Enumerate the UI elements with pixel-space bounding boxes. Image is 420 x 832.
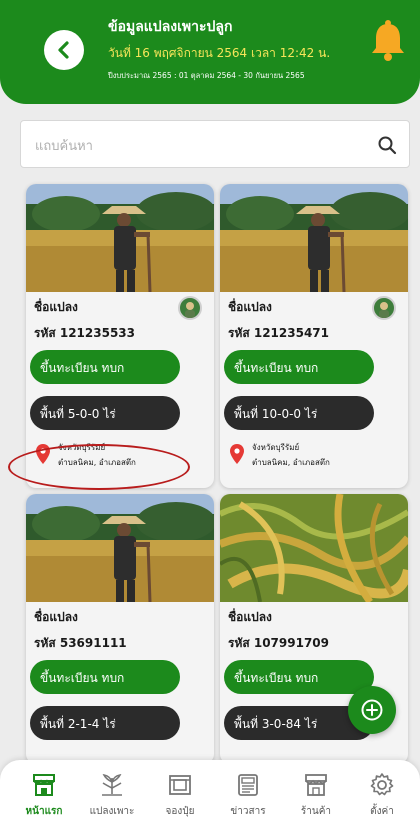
- search-input[interactable]: แถบค้นหา: [35, 135, 93, 156]
- status-badge[interactable]: ขึ้นทะเบียน ทบก: [224, 660, 374, 694]
- area-badge: พื้นที่ 5-0-0 ไร่: [30, 396, 180, 430]
- gear-icon: [370, 773, 394, 796]
- plant-icon: [102, 773, 122, 796]
- plus-circle-icon: [361, 699, 383, 721]
- plot-name: ชื่อแปลง: [228, 610, 272, 624]
- plot-code: รหัส 121235533: [34, 326, 136, 340]
- plot-photo: [26, 494, 214, 602]
- nav-item-home[interactable]: หน้าแรก: [12, 768, 76, 828]
- plot-code: รหัส 107991709: [228, 636, 330, 650]
- plot-name: ชื่อแปลง: [34, 300, 78, 314]
- nav-label: ร้านค้า: [300, 806, 332, 817]
- nav-item-store[interactable]: ร้านค้า: [284, 768, 348, 828]
- plot-card[interactable]: ชื่อแปลง รหัส 121235533 ขึ้นทะเบียน ทบก …: [26, 184, 214, 488]
- current-date: วันที่ 16 พฤศจิกายน 2564 เวลา 12:42 น.: [108, 46, 331, 60]
- nav-label: จองปุ๋ย: [165, 806, 195, 817]
- nav-label: ตั้งค่า: [370, 806, 394, 817]
- bottom-nav: หน้าแรก แปลงเพาะ จองปุ๋ย ข่าวสาร ร้านค้า…: [0, 760, 420, 832]
- plot-code: รหัส 121235471: [228, 326, 330, 340]
- shop-icon: [33, 774, 55, 796]
- plot-card[interactable]: ชื่อแปลง รหัส 121235471 ขึ้นทะเบียน ทบก …: [220, 184, 408, 488]
- budget-year: ปีงบประมาณ 2565 : 01 ตุลาคม 2564 - 30 กั…: [108, 71, 305, 80]
- nav-item-plots[interactable]: แปลงเพาะ: [80, 768, 144, 828]
- plot-name: ชื่อแปลง: [228, 300, 272, 314]
- nav-label: หน้าแรก: [25, 806, 63, 817]
- plot-province: จังหวัดบุรีรัมย์: [252, 443, 300, 452]
- chevron-left-icon: [58, 41, 69, 59]
- avatar: [372, 296, 396, 320]
- status-badge[interactable]: ขึ้นทะเบียน ทบก: [224, 350, 374, 384]
- search-icon[interactable]: [377, 135, 397, 155]
- back-button[interactable]: [44, 30, 84, 70]
- calendar-icon: [169, 775, 191, 795]
- plot-code: รหัส 53691111: [34, 636, 127, 650]
- nav-item-fertilizer[interactable]: จองปุ๋ย: [148, 768, 212, 828]
- store-icon: [305, 774, 327, 796]
- nav-item-settings[interactable]: ตั้งค่า: [350, 768, 414, 828]
- nav-item-news[interactable]: ข่าวสาร: [216, 768, 280, 828]
- status-badge[interactable]: ขึ้นทะเบียน ทบก: [30, 350, 180, 384]
- search-bar[interactable]: แถบค้นหา: [20, 120, 410, 168]
- bell-icon[interactable]: [368, 18, 408, 62]
- nav-label: ข่าวสาร: [230, 806, 266, 817]
- news-icon: [238, 774, 258, 796]
- status-badge[interactable]: ขึ้นทะเบียน ทบก: [30, 660, 180, 694]
- plot-photo: [220, 184, 408, 292]
- plot-photo: [26, 184, 214, 292]
- plot-card[interactable]: ชื่อแปลง รหัส 53691111 ขึ้นทะเบียน ทบก พ…: [26, 494, 214, 764]
- area-badge: พื้นที่ 10-0-0 ไร่: [224, 396, 374, 430]
- page-title: ข้อมูลแปลงเพาะปลูก: [108, 19, 233, 35]
- header-bar: ข้อมูลแปลงเพาะปลูก วันที่ 16 พฤศจิกายน 2…: [0, 0, 420, 104]
- location-pin-icon: [230, 444, 244, 464]
- plot-name: ชื่อแปลง: [34, 610, 78, 624]
- avatar: [178, 296, 202, 320]
- area-badge: พื้นที่ 2-1-4 ไร่: [30, 706, 180, 740]
- location-highlight-ring: [8, 444, 190, 490]
- nav-label: แปลงเพาะ: [89, 806, 135, 817]
- add-plot-button[interactable]: [348, 686, 396, 734]
- plot-district: ตำบลนิคม, อำเภอสตึก: [252, 458, 330, 467]
- plot-photo: [220, 494, 408, 602]
